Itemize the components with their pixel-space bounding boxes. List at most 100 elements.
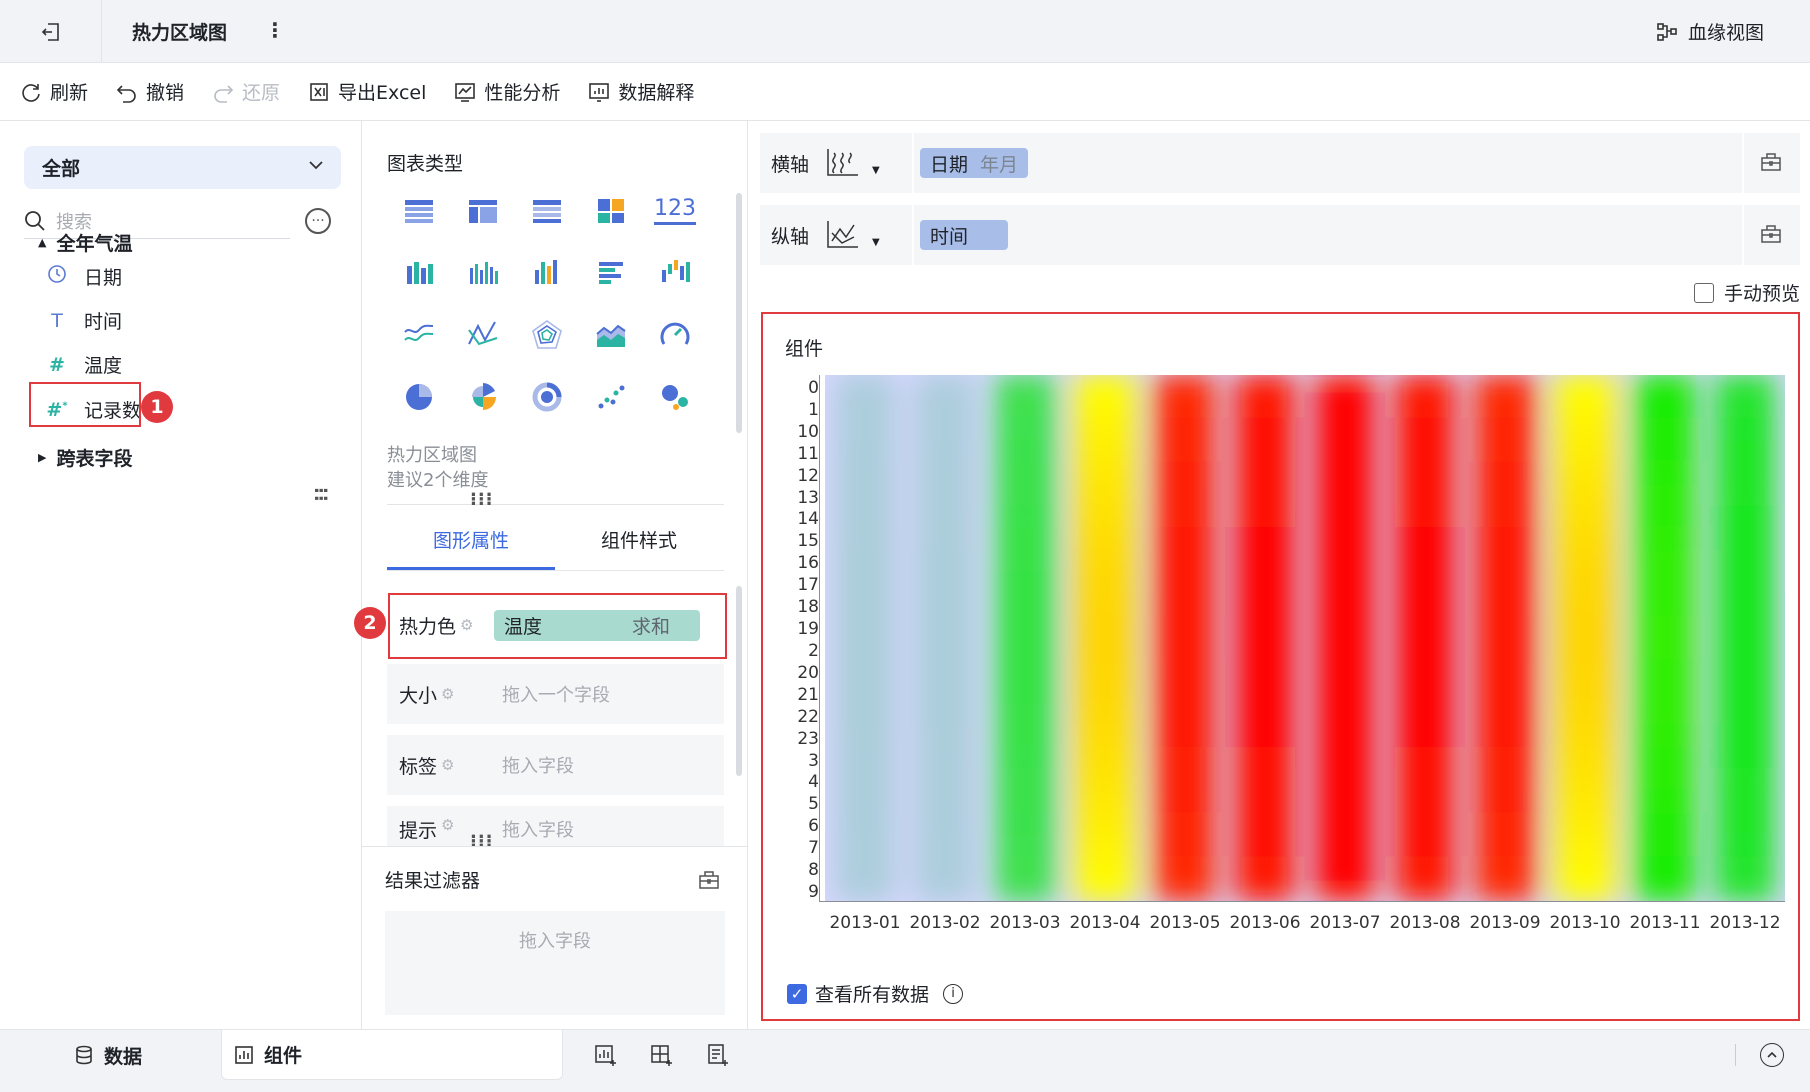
result-filter-dropzone[interactable]: 拖入字段 (385, 911, 725, 1015)
chart-type-table[interactable] (387, 193, 451, 229)
heatmap-cell (914, 856, 976, 881)
x-tick-label: 2013-06 (1229, 913, 1301, 933)
resize-handle-icon[interactable]: ⁝⁝⁝ (470, 489, 494, 510)
chevron-up-icon[interactable] (1760, 1043, 1784, 1067)
resize-handle-icon[interactable]: ⁝⁝⁝ (470, 831, 494, 852)
tab-graphic-properties[interactable]: 图形属性 (387, 516, 555, 570)
data-explain-icon (589, 82, 610, 102)
chart-type-rose-pie[interactable] (451, 379, 515, 415)
heatmap-cell (914, 724, 976, 749)
chart-type-waterfall[interactable] (643, 255, 707, 291)
heatmap-cell (1634, 878, 1696, 901)
scope-select[interactable]: 全部 (24, 146, 341, 189)
data-explain-button[interactable]: 数据解释 (588, 78, 694, 105)
heatmap-cell (914, 593, 976, 618)
heatmap-cell (914, 395, 976, 420)
chart-type-radar[interactable] (515, 317, 579, 353)
chart-type-donut[interactable] (515, 379, 579, 415)
tab-component-style[interactable]: 组件样式 (555, 516, 723, 570)
y-axis-type-icon[interactable] (824, 219, 860, 251)
scrollbar[interactable] (736, 586, 742, 776)
prop-row-tooltip[interactable]: 提示 ⚙ 拖入字段 (387, 806, 724, 846)
prop-row-size[interactable]: 大小 ⚙ 拖入一个字段 (387, 664, 724, 724)
heatmap-cell (994, 483, 1056, 508)
back-icon[interactable] (36, 17, 66, 47)
field-item-date[interactable]: 日期 (46, 263, 122, 290)
gear-icon[interactable]: ⚙ (441, 685, 454, 703)
chart-type-pie[interactable] (387, 379, 451, 415)
chart-type-multi-bar[interactable] (451, 255, 515, 291)
lock-icon[interactable] (698, 868, 720, 895)
add-report-icon[interactable] (705, 1042, 731, 1068)
tab-component[interactable]: 组件 (221, 1030, 563, 1080)
more-vertical-icon[interactable]: ⋮ (265, 18, 285, 42)
heatmap-cell (1234, 724, 1296, 749)
chart-type-horizontal-bar[interactable] (579, 255, 643, 291)
heatmap-cell (834, 483, 896, 508)
add-component-icon[interactable] (593, 1042, 619, 1068)
heatmap-cell (1394, 658, 1456, 683)
scrollbar[interactable] (736, 193, 742, 433)
y-axis-field-pill[interactable]: 时间 (920, 220, 1009, 250)
tree-group-annual-temp[interactable]: ▲ 全年气温 (38, 229, 132, 256)
divider (1742, 133, 1744, 193)
heatmap-cell (1234, 593, 1296, 618)
manual-preview-toggle[interactable]: 手动预览 (1693, 279, 1800, 306)
x-axis-type-icon[interactable] (824, 147, 860, 179)
heatmap-cell (1394, 395, 1456, 420)
performance-button[interactable]: 性能分析 (454, 78, 560, 105)
field-item-time[interactable]: T 时间 (46, 307, 122, 334)
heatmap-cell (914, 439, 976, 464)
gear-icon[interactable]: ⚙ (441, 756, 454, 774)
heatmap-cell (1634, 417, 1696, 442)
heatmap-cell (1634, 395, 1696, 420)
heatmap-cell (1714, 680, 1776, 705)
add-dashboard-icon[interactable] (649, 1042, 675, 1068)
heatmap-cell (1074, 724, 1136, 749)
chart-type-gauge[interactable] (643, 317, 707, 353)
more-options-icon[interactable]: ··· (305, 208, 331, 234)
heatmap-cell (994, 505, 1056, 530)
x-tick-label: 2013-12 (1709, 913, 1781, 933)
chart-type-bubble[interactable] (643, 379, 707, 415)
chart-type-area[interactable] (579, 317, 643, 353)
refresh-button[interactable]: 刷新 (20, 78, 88, 105)
see-all-data-toggle[interactable]: ✓ 查看所有数据 i (787, 980, 964, 1007)
caret-down-icon[interactable]: ▼ (872, 165, 880, 176)
lineage-view-button[interactable]: 血缘视图 (1656, 18, 1764, 45)
heatmap-cell (834, 461, 896, 486)
field-item-temperature[interactable]: # 温度 (46, 351, 122, 378)
heatmap-cell (1314, 724, 1376, 749)
checkbox-unchecked-icon[interactable] (1693, 282, 1714, 303)
heatmap-cell (1314, 615, 1376, 639)
chart-type-multi-line[interactable] (451, 317, 515, 353)
info-icon[interactable]: i (943, 983, 964, 1004)
heatmap-cell (1394, 702, 1456, 727)
undo-button[interactable]: 撤销 (116, 78, 184, 105)
export-excel-button[interactable]: 导出Excel (308, 78, 426, 105)
chart-type-line[interactable] (387, 317, 451, 353)
tree-group-cross-table[interactable]: ▶ 跨表字段 (38, 444, 132, 471)
lock-icon[interactable] (1760, 222, 1782, 249)
chart-type-bar[interactable] (515, 255, 579, 291)
chart-type-stacked-bar[interactable] (387, 255, 451, 291)
chart-type-group-table[interactable] (451, 193, 515, 229)
checkbox-checked-icon[interactable]: ✓ (787, 983, 807, 1004)
scope-value: 全部 (42, 158, 81, 180)
gear-icon[interactable]: ⚙ (441, 816, 454, 834)
x-axis-field-pill[interactable]: 日期 年月 (920, 148, 1029, 178)
tab-data[interactable]: 数据 (74, 1030, 214, 1080)
chart-type-cross-table[interactable] (515, 193, 579, 229)
heatmap-cell (1154, 658, 1216, 683)
caret-down-icon[interactable]: ▼ (872, 237, 880, 248)
drop-placeholder: 拖入字段 (502, 756, 574, 777)
chart-type-scatter[interactable] (579, 379, 643, 415)
chart-type-kpi[interactable]: 123 (643, 193, 707, 229)
redo-button[interactable]: 还原 (212, 78, 280, 105)
y-tick-label: 14 (797, 509, 819, 530)
lock-icon[interactable] (1760, 150, 1782, 177)
drag-handle-icon[interactable]: ⁝⁝ (310, 487, 331, 503)
chart-type-treemap[interactable] (579, 193, 643, 229)
prop-row-label[interactable]: 标签 ⚙ 拖入字段 (387, 735, 724, 795)
component-preview-box: 组件 0 1 10 11 12 13 14 15 16 17 18 19 2 20 21 22 23 3 4 5 6 7 8… (761, 312, 1800, 1021)
